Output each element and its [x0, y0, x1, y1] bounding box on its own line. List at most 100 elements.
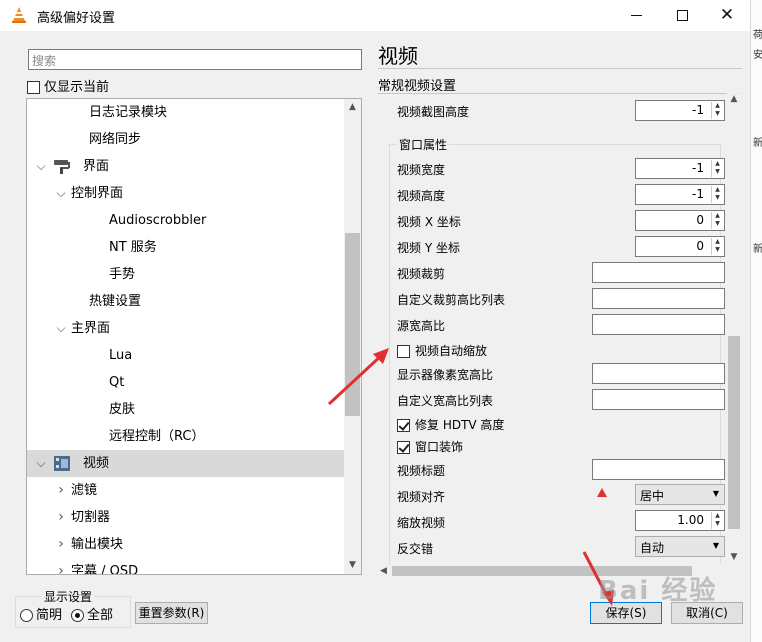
tree-item[interactable]: Audioscrobbler — [27, 207, 344, 234]
scroll-up-icon[interactable]: ▲ — [344, 99, 361, 116]
chevron-right-icon[interactable]: › — [55, 558, 67, 574]
tree-item[interactable]: 手势 — [27, 261, 344, 288]
monitor-pixel-aspect-field[interactable] — [592, 363, 725, 384]
all-radio[interactable]: 全部 — [71, 604, 113, 623]
scroll-down-icon[interactable]: ▼ — [344, 557, 361, 574]
tree-item-label: NT 服务 — [109, 240, 157, 255]
chevron-down-icon[interactable]: ⌵ — [35, 153, 47, 180]
tree-item-label: 界面 — [83, 159, 110, 174]
tree-item-label: 网络同步 — [89, 132, 142, 147]
tree-item[interactable]: ⌵ 主界面 — [27, 315, 344, 342]
film-icon — [54, 456, 70, 471]
background-text: 新 — [753, 244, 762, 255]
spin-arrows-icon[interactable]: ▲ ▼ — [711, 238, 723, 255]
tree-item-label: 主界面 — [71, 321, 111, 336]
checkbox-box — [27, 81, 40, 94]
fix-hdtv-checkbox[interactable]: 修复 HDTV 高度 — [397, 416, 504, 433]
video-align-label: 视频对齐 — [397, 490, 446, 504]
minimize-button[interactable] — [614, 0, 660, 31]
tree-item[interactable]: 日志记录模块 — [27, 99, 344, 126]
video-title-field[interactable] — [592, 459, 725, 480]
window-decoration-checkbox[interactable]: 窗口装饰 — [397, 438, 463, 455]
settings-panel: 视频截图高度 -1 ▲ ▼ 窗口属性 视频宽度 -1 ▲ ▼ 视频高度 -1 ▲ ▼ … — [385, 92, 741, 566]
video-align-select[interactable]: 居中 ▼ — [635, 484, 725, 505]
tree-item[interactable]: 热键设置 — [27, 288, 344, 315]
maximize-button[interactable] — [660, 0, 706, 31]
chevron-right-icon[interactable]: › — [55, 504, 67, 531]
annotation-arrow-icon — [327, 348, 389, 406]
video-height-spinbox[interactable]: -1 ▲ ▼ — [635, 184, 725, 205]
chevron-down-icon[interactable]: ⌵ — [35, 450, 47, 477]
tree-item[interactable]: ⌵ 界面 — [27, 153, 344, 180]
search-input[interactable]: 搜索 — [28, 49, 362, 70]
tree-item[interactable]: › 输出模块 — [27, 531, 344, 558]
custom-crop-list-field[interactable] — [592, 288, 725, 309]
zoom-video-spinbox[interactable]: 1.00 ▲ ▼ — [635, 510, 725, 531]
spin-arrows-icon[interactable]: ▲ ▼ — [711, 186, 723, 203]
scroll-up-icon[interactable]: ▲ — [727, 94, 741, 104]
checkbox-box — [397, 419, 410, 432]
tree-scrollbar[interactable]: ▲ ▼ — [344, 99, 361, 574]
video-y-spinbox[interactable]: 0 ▲ ▼ — [635, 236, 725, 257]
video-crop-field[interactable] — [592, 262, 725, 283]
tree-item-label: 热键设置 — [89, 294, 142, 309]
spin-arrows-icon[interactable]: ▲ ▼ — [711, 212, 723, 229]
auto-scale-label: 视频自动缩放 — [415, 344, 488, 358]
chevron-right-icon[interactable]: › — [55, 477, 67, 504]
scroll-thumb[interactable] — [728, 336, 740, 529]
chevron-down-icon[interactable]: ⌵ — [55, 180, 67, 207]
tree-item[interactable]: Lua — [27, 342, 344, 369]
video-x-spinbox[interactable]: 0 ▲ ▼ — [635, 210, 725, 231]
chevron-down-icon: ▼ — [712, 489, 719, 498]
tree-item[interactable]: 皮肤 — [27, 396, 344, 423]
scroll-down-icon[interactable]: ▼ — [727, 552, 741, 562]
chevron-right-icon[interactable]: › — [55, 531, 67, 558]
background-text: 新 — [753, 138, 762, 149]
annotation-marker-icon — [597, 488, 607, 497]
deinterlace-select[interactable]: 自动 ▼ — [635, 536, 725, 557]
tree-item[interactable]: ⌵ 视频 — [27, 450, 344, 477]
chevron-down-icon: ▼ — [712, 541, 719, 550]
spin-arrows-icon[interactable]: ▲ ▼ — [711, 160, 723, 177]
video-y-label: 视频 Y 坐标 — [397, 241, 460, 255]
watermark-logo: Bai 经验 — [598, 576, 718, 606]
show-current-label: 仅显示当前 — [44, 80, 110, 95]
chevron-down-icon[interactable]: ⌵ — [55, 315, 67, 342]
tree-item-label: 日志记录模块 — [89, 105, 168, 120]
background-window-edge: 荷 安 新 新 — [750, 0, 762, 642]
spin-arrows-icon[interactable]: ▲ ▼ — [711, 512, 723, 529]
tree-item[interactable]: › 滤镜 — [27, 477, 344, 504]
tree-item-label: 字幕 / OSD — [71, 564, 139, 575]
tree-item[interactable]: 远程控制（RC） — [27, 423, 344, 450]
spin-arrows-icon[interactable]: ▲ ▼ — [711, 102, 723, 119]
checkbox-box — [397, 441, 410, 454]
fix-hdtv-label: 修复 HDTV 高度 — [415, 418, 505, 432]
background-text: 荷 — [753, 30, 762, 41]
radio-circle — [20, 609, 33, 622]
tree-item-label: 输出模块 — [71, 537, 124, 552]
tree-item-label: Lua — [109, 348, 133, 363]
close-button[interactable]: ✕ — [704, 0, 750, 31]
video-width-spinbox[interactable]: -1 ▲ ▼ — [635, 158, 725, 179]
settings-scrollbar[interactable]: ▲ ▼ — [727, 92, 741, 564]
source-aspect-field[interactable] — [592, 314, 725, 335]
tree-item[interactable]: NT 服务 — [27, 234, 344, 261]
reset-preferences-button[interactable]: 重置参数(R) — [135, 602, 208, 624]
simple-radio[interactable]: 简明 — [20, 604, 62, 623]
divider — [378, 68, 742, 69]
source-aspect-label: 源宽高比 — [397, 319, 446, 333]
custom-aspect-list-field[interactable] — [592, 389, 725, 410]
scroll-left-icon[interactable]: ◀ — [380, 564, 387, 578]
tree-item[interactable]: 网络同步 — [27, 126, 344, 153]
checkbox-box — [397, 345, 410, 358]
tree-item[interactable]: Qt — [27, 369, 344, 396]
background-text: 安 — [753, 50, 762, 61]
tree-item[interactable]: › 字幕 / OSD — [27, 558, 344, 575]
tree-item[interactable]: ⌵ 控制界面 — [27, 180, 344, 207]
snapshot-height-spinbox[interactable]: -1 ▲ ▼ — [635, 100, 725, 121]
show-current-only-checkbox[interactable]: 仅显示当前 — [27, 76, 109, 95]
snapshot-height-label: 视频截图高度 — [397, 105, 470, 119]
auto-scale-checkbox[interactable]: 视频自动缩放 — [397, 342, 487, 359]
video-crop-label: 视频裁剪 — [397, 267, 446, 281]
tree-item[interactable]: › 切割器 — [27, 504, 344, 531]
